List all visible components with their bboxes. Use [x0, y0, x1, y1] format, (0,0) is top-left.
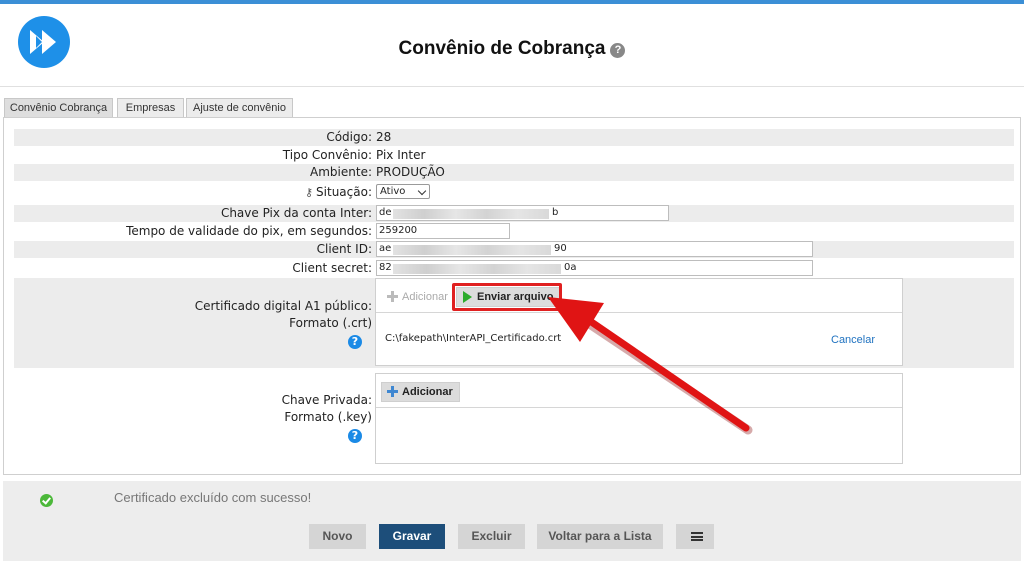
- row-client-secret: Client secret: 82 0a: [14, 260, 1014, 277]
- ambiente-label: Ambiente:: [310, 165, 372, 179]
- plus-icon: [387, 291, 398, 302]
- adicionar-button-disabled[interactable]: Adicionar: [381, 287, 455, 307]
- tempo-validade-label: Tempo de validade do pix, em segundos:: [126, 224, 372, 238]
- page-title: Convênio de Cobrança?: [0, 38, 1024, 60]
- gravar-button[interactable]: Gravar: [379, 524, 445, 549]
- top-accent-bar: [0, 0, 1024, 4]
- list-view-button[interactable]: [676, 524, 714, 549]
- redacted-value: [393, 209, 549, 219]
- excluir-button[interactable]: Excluir: [458, 524, 525, 549]
- form-panel: Código: 28 Tipo Convênio: Pix Inter Ambi…: [3, 117, 1021, 475]
- tab-convenio-cobranca[interactable]: Convênio Cobrança: [4, 98, 113, 119]
- row-tempo-validade: Tempo de validade do pix, em segundos: 2…: [14, 223, 1014, 240]
- highlight-box: [452, 283, 562, 311]
- row-client-id: Client ID: ae 90: [14, 241, 1014, 258]
- situacao-label: ⚷ Situação:: [305, 184, 372, 201]
- adicionar-chave-label: Adicionar: [402, 386, 453, 398]
- help-icon[interactable]: ?: [348, 335, 362, 349]
- client-id-label: Client ID:: [316, 242, 372, 256]
- client-secret-value-start: 82: [379, 262, 392, 273]
- client-secret-input[interactable]: 82 0a: [376, 260, 813, 276]
- certificado-section: Certificado digital A1 público: Formato …: [14, 278, 1014, 368]
- row-tipo-convenio: Tipo Convênio: Pix Inter: [14, 147, 1014, 164]
- novo-button[interactable]: Novo: [309, 524, 366, 549]
- certificado-label: Certificado digital A1 público: Formato …: [195, 298, 372, 332]
- row-ambiente: Ambiente: PRODUÇÃO: [14, 164, 1014, 181]
- chave-pix-label: Chave Pix da conta Inter:: [220, 206, 372, 220]
- success-check-icon: [40, 494, 53, 507]
- cancelar-link[interactable]: Cancelar: [831, 334, 875, 346]
- chave-pix-value-start: de: [379, 207, 392, 218]
- client-secret-value-end: 0a: [564, 262, 577, 273]
- tab-ajuste-convenio[interactable]: Ajuste de convênio: [186, 98, 293, 118]
- chave-privada-section: Chave Privada: Formato (.key) ? Adiciona…: [14, 368, 1014, 468]
- selected-file-name: C:\fakepath\InterAPI_Certificado.crt: [385, 333, 562, 344]
- chave-privada-label: Chave Privada: Formato (.key): [282, 392, 372, 426]
- tempo-validade-input[interactable]: 259200: [376, 223, 510, 239]
- upload-toolbar: Adicionar: [376, 374, 902, 408]
- upload-toolbar: Adicionar Enviar arquivo: [376, 279, 902, 313]
- certificado-upload-box: Adicionar Enviar arquivo C:\fakepath\Int…: [375, 278, 903, 366]
- client-secret-label: Client secret:: [292, 261, 372, 275]
- row-codigo: Código: 28: [14, 129, 1014, 146]
- client-id-value-end: 90: [554, 243, 567, 254]
- voltar-lista-button[interactable]: Voltar para a Lista: [537, 524, 663, 549]
- page-title-text: Convênio de Cobrança: [398, 38, 606, 59]
- adicionar-chave-button[interactable]: Adicionar: [381, 382, 460, 402]
- ambiente-value: PRODUÇÃO: [376, 165, 445, 179]
- redacted-value: [393, 264, 561, 274]
- chave-privada-label-line2: Formato (.key): [284, 410, 372, 424]
- tipo-convenio-value: Pix Inter: [376, 148, 426, 162]
- row-chave-pix: Chave Pix da conta Inter: de b: [14, 205, 1014, 222]
- row-situacao: ⚷ Situação: Ativo: [14, 184, 1014, 201]
- chevron-down-icon: [417, 186, 427, 196]
- chave-privada-label-line1: Chave Privada:: [281, 393, 372, 407]
- key-icon: ⚷: [304, 186, 314, 199]
- situacao-selected-value: Ativo: [380, 186, 406, 197]
- footer-bar: Certificado excluído com sucesso! Novo G…: [3, 481, 1021, 561]
- help-icon[interactable]: ?: [610, 43, 626, 58]
- client-id-value-start: ae: [379, 243, 392, 254]
- tipo-convenio-label: Tipo Convênio:: [282, 148, 372, 162]
- plus-icon: [387, 386, 398, 397]
- situacao-select[interactable]: Ativo: [376, 184, 430, 199]
- help-icon[interactable]: ?: [348, 429, 362, 443]
- certificado-label-line1: Certificado digital A1 público:: [194, 299, 372, 313]
- chave-privada-upload-box: Adicionar: [375, 373, 903, 464]
- tab-empresas[interactable]: Empresas: [117, 98, 184, 118]
- chave-pix-value-end: b: [552, 207, 559, 218]
- codigo-value: 28: [376, 130, 392, 144]
- adicionar-label: Adicionar: [402, 291, 448, 303]
- chave-pix-input[interactable]: de b: [376, 205, 669, 221]
- status-message: Certificado excluído com sucesso!: [114, 490, 312, 505]
- header-divider: [0, 86, 1024, 87]
- client-id-input[interactable]: ae 90: [376, 241, 813, 257]
- situacao-label-text: Situação:: [316, 185, 372, 199]
- list-icon: [691, 532, 703, 541]
- codigo-label: Código:: [326, 130, 372, 144]
- redacted-value: [393, 245, 551, 255]
- certificado-label-line2: Formato (.crt): [289, 316, 372, 330]
